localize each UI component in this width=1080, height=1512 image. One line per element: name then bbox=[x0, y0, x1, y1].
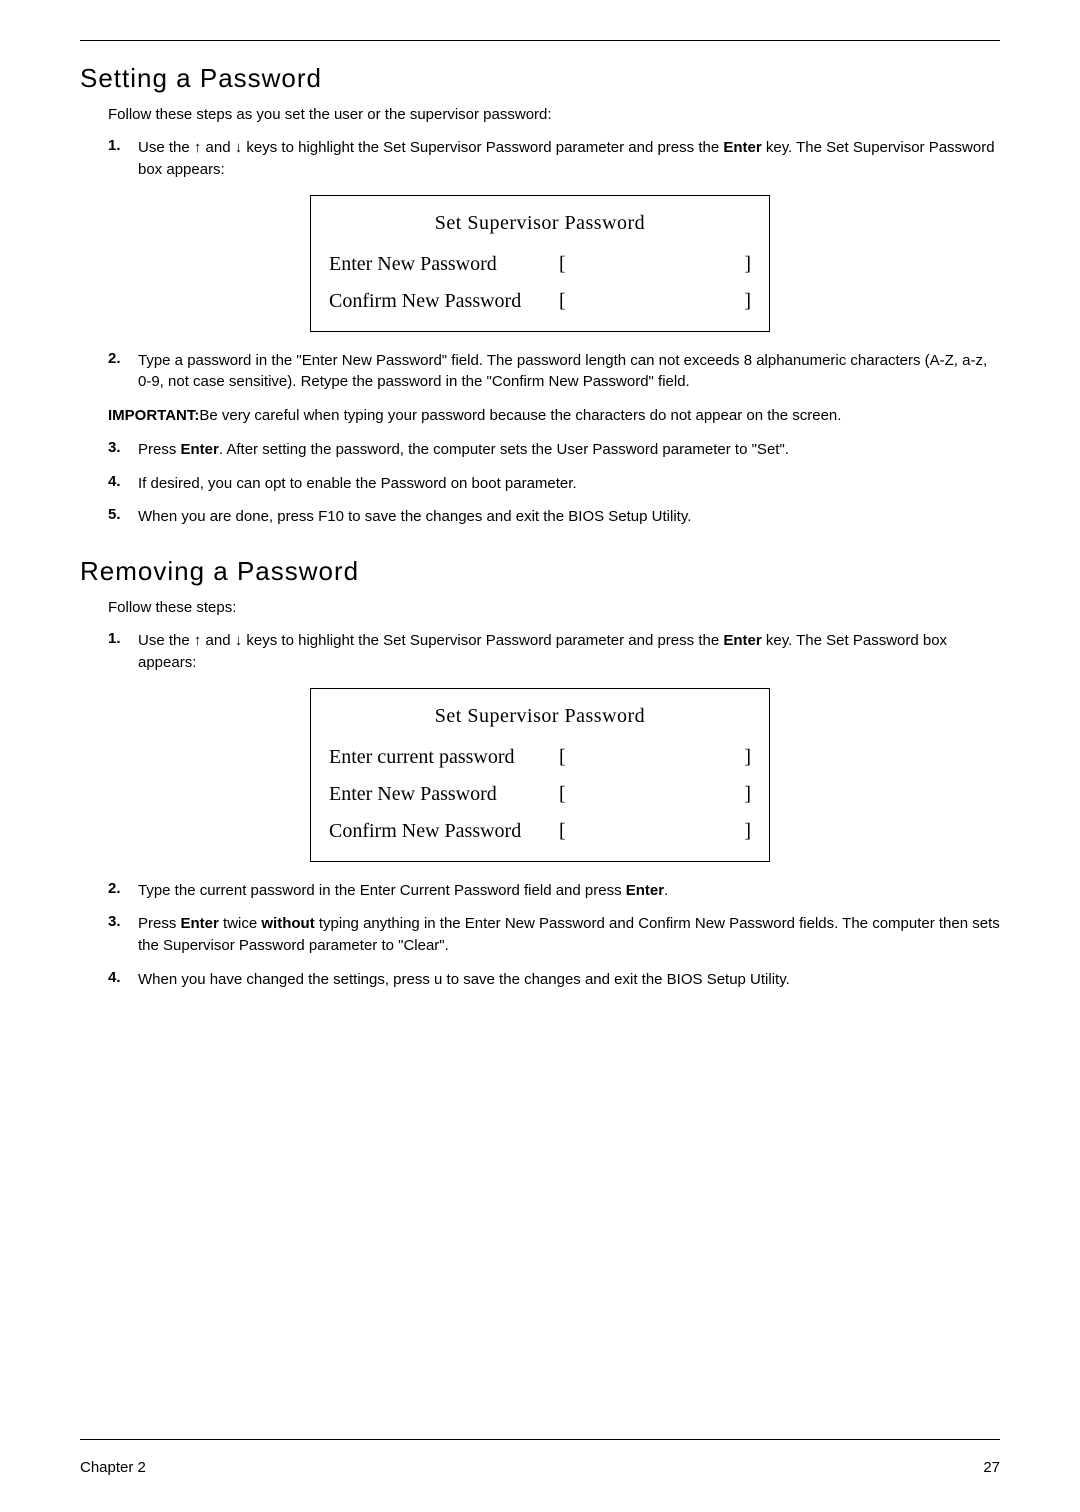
bracket-open: [ bbox=[559, 290, 579, 313]
bracket-open: [ bbox=[559, 746, 579, 769]
important-note: IMPORTANT:Be very careful when typing yo… bbox=[108, 405, 1000, 427]
bracket-close: ] bbox=[731, 746, 751, 769]
step-item: 2. Type a password in the "Enter New Pas… bbox=[108, 350, 1000, 394]
step-item: 4. When you have changed the settings, p… bbox=[108, 969, 1000, 991]
bios-field-label: Confirm New Password bbox=[329, 290, 559, 313]
page-footer: Chapter 2 27 bbox=[80, 1459, 1000, 1476]
footer-chapter: Chapter 2 bbox=[80, 1459, 146, 1476]
step-item: 1. Use the ↑ and ↓ keys to highlight the… bbox=[108, 137, 1000, 181]
horizontal-rule-top bbox=[80, 40, 1000, 41]
footer-page-number: 27 bbox=[983, 1459, 1000, 1476]
step-number: 2. bbox=[108, 880, 138, 897]
enter-key: Enter bbox=[723, 139, 761, 156]
step-text: Type the current password in the Enter C… bbox=[138, 880, 1000, 902]
step-text: When you are done, press F10 to save the… bbox=[138, 506, 1000, 528]
step-text: Use the ↑ and ↓ keys to highlight the Se… bbox=[138, 137, 1000, 181]
step-number: 1. bbox=[108, 137, 138, 154]
bracket-close: ] bbox=[731, 290, 751, 313]
intro-text: Follow these steps as you set the user o… bbox=[108, 106, 1000, 123]
step-number: 1. bbox=[108, 630, 138, 647]
step-number: 3. bbox=[108, 439, 138, 456]
step-item: 2. Type the current password in the Ente… bbox=[108, 880, 1000, 902]
step-item: 3. Press Enter. After setting the passwo… bbox=[108, 439, 1000, 461]
bios-field-label: Enter New Password bbox=[329, 253, 559, 276]
bracket-close: ] bbox=[731, 820, 751, 843]
bios-dialog-remove-password: Set Supervisor Password Enter current pa… bbox=[310, 688, 770, 862]
bios-field-label: Confirm New Password bbox=[329, 820, 559, 843]
step-number: 4. bbox=[108, 473, 138, 490]
step-number: 3. bbox=[108, 913, 138, 930]
step-text: Type a password in the "Enter New Passwo… bbox=[138, 350, 1000, 394]
step-text: If desired, you can opt to enable the Pa… bbox=[138, 473, 1000, 495]
bios-row-confirm-new: Confirm New Password [ ] bbox=[329, 290, 751, 313]
bios-row-current: Enter current password [ ] bbox=[329, 746, 751, 769]
bios-field-label: Enter current password bbox=[329, 746, 559, 769]
bracket-open: [ bbox=[559, 253, 579, 276]
bios-field-label: Enter New Password bbox=[329, 783, 559, 806]
steps-list-setting: 1. Use the ↑ and ↓ keys to highlight the… bbox=[108, 137, 1000, 181]
bracket-close: ] bbox=[731, 783, 751, 806]
step-item: 4. If desired, you can opt to enable the… bbox=[108, 473, 1000, 495]
bios-dialog-title: Set Supervisor Password bbox=[329, 705, 751, 728]
steps-list-removing-cont: 2. Type the current password in the Ente… bbox=[108, 880, 1000, 991]
enter-key: Enter bbox=[723, 632, 761, 649]
step-number: 4. bbox=[108, 969, 138, 986]
steps-list-removing: 1. Use the ↑ and ↓ keys to highlight the… bbox=[108, 630, 1000, 674]
steps-list-setting-cont2: 3. Press Enter. After setting the passwo… bbox=[108, 439, 1000, 528]
section-title: Setting a Password bbox=[80, 63, 1000, 94]
without-word: without bbox=[261, 915, 314, 932]
important-label: IMPORTANT: bbox=[108, 407, 199, 424]
enter-key: Enter bbox=[626, 882, 664, 899]
section-removing-password: Removing a Password Follow these steps: … bbox=[80, 556, 1000, 991]
bracket-open: [ bbox=[559, 783, 579, 806]
step-item: 3. Press Enter twice without typing anyt… bbox=[108, 913, 1000, 957]
bios-row-enter-new: Enter New Password [ ] bbox=[329, 253, 751, 276]
horizontal-rule-bottom bbox=[80, 1439, 1000, 1440]
section-title: Removing a Password bbox=[80, 556, 1000, 587]
intro-text: Follow these steps: bbox=[108, 599, 1000, 616]
section-setting-password: Setting a Password Follow these steps as… bbox=[80, 63, 1000, 528]
step-text: Press Enter twice without typing anythin… bbox=[138, 913, 1000, 957]
enter-key: Enter bbox=[181, 441, 219, 458]
bracket-close: ] bbox=[731, 253, 751, 276]
step-text: Use the ↑ and ↓ keys to highlight the Se… bbox=[138, 630, 1000, 674]
steps-list-setting-cont: 2. Type a password in the "Enter New Pas… bbox=[108, 350, 1000, 394]
step-text: When you have changed the settings, pres… bbox=[138, 969, 1000, 991]
bracket-open: [ bbox=[559, 820, 579, 843]
enter-key: Enter bbox=[181, 915, 219, 932]
step-number: 5. bbox=[108, 506, 138, 523]
bios-row-enter-new: Enter New Password [ ] bbox=[329, 783, 751, 806]
step-item: 1. Use the ↑ and ↓ keys to highlight the… bbox=[108, 630, 1000, 674]
step-number: 2. bbox=[108, 350, 138, 367]
bios-dialog-set-password: Set Supervisor Password Enter New Passwo… bbox=[310, 195, 770, 332]
step-text: Press Enter. After setting the password,… bbox=[138, 439, 1000, 461]
step-item: 5. When you are done, press F10 to save … bbox=[108, 506, 1000, 528]
bios-row-confirm-new: Confirm New Password [ ] bbox=[329, 820, 751, 843]
bios-dialog-title: Set Supervisor Password bbox=[329, 212, 751, 235]
